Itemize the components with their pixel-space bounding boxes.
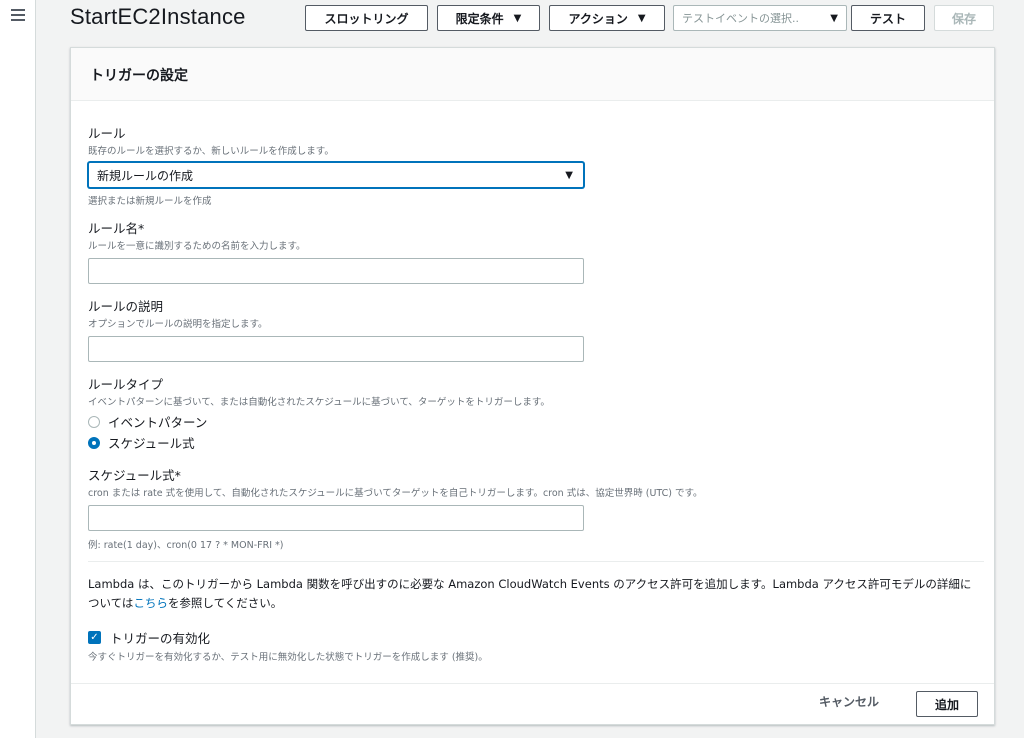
rule-name-input[interactable]: [88, 258, 584, 284]
caret-down-icon: ▼: [513, 12, 522, 24]
rule-description-label: ルールの説明: [88, 299, 164, 314]
qualifiers-button-label: 限定条件: [455, 11, 504, 26]
save-button[interactable]: 保存: [934, 5, 994, 31]
rule-select-value: 新規ルールの作成: [97, 168, 194, 183]
actions-button[interactable]: アクション ▼: [549, 5, 665, 31]
actions-button-label: アクション: [568, 11, 628, 26]
rule-name-field: ルール名* ルールを一意に識別するための名前を入力します。: [88, 218, 584, 284]
rule-name-label: ルール名*: [88, 221, 145, 236]
radio-event-pattern[interactable]: イベントパターン: [88, 411, 550, 432]
rule-description-hint: オプションでルールの説明を指定します。: [88, 319, 268, 330]
test-event-placeholder: テストイベントの選択..: [682, 12, 799, 25]
rule-type-description: イベントパターンに基づいて、または自動化されたスケジュールに基づいて、ターゲット…: [88, 397, 550, 408]
caret-down-icon: ▼: [565, 169, 573, 181]
qualifiers-button[interactable]: 限定条件 ▼: [437, 5, 540, 31]
add-button[interactable]: 追加: [916, 691, 978, 717]
rule-field: ルール 既存のルールを選択するか、新しいルールを作成します。 新規ルールの作成 …: [88, 123, 584, 207]
function-title: StartEC2Instance: [70, 4, 246, 29]
permission-info: Lambda は、このトリガーから Lambda 関数を呼び出すのに必要な Am…: [88, 575, 978, 613]
section-divider: [88, 561, 984, 562]
add-button-label: 追加: [934, 697, 959, 712]
panel-title: トリガーの設定: [71, 48, 994, 101]
enable-trigger-row[interactable]: ✓ トリガーの有効化: [88, 628, 210, 647]
rule-description-field: ルールの説明 オプションでルールの説明を指定します。: [88, 296, 584, 362]
cancel-button[interactable]: キャンセル: [819, 693, 879, 710]
rule-hint: 選択または新規ルールを作成: [88, 196, 212, 207]
rule-type-label: ルールタイプ: [88, 377, 164, 392]
radio-event-pattern-label: イベントパターン: [108, 415, 208, 430]
schedule-field: スケジュール式* cron または rate 式を使用して、自動化されたスケジュ…: [88, 465, 703, 551]
caret-down-icon: ▼: [830, 12, 838, 24]
rule-description: 既存のルールを選択するか、新しいルールを作成します。: [88, 146, 334, 157]
schedule-description: cron または rate 式を使用して、自動化されたスケジュールに基づいてター…: [88, 488, 703, 499]
left-rail: [0, 0, 36, 738]
caret-down-icon: ▼: [637, 12, 646, 24]
test-button-label: テスト: [869, 11, 906, 26]
menu-icon[interactable]: [10, 7, 26, 23]
throttling-button[interactable]: スロットリング: [305, 5, 428, 31]
rule-name-description: ルールを一意に識別するための名前を入力します。: [88, 241, 306, 252]
save-button-label: 保存: [951, 11, 976, 26]
permission-info-tail: を参照してください。: [167, 596, 283, 610]
permission-model-link[interactable]: こちら: [133, 596, 168, 610]
trigger-config-panel: トリガーの設定 ルール 既存のルールを選択するか、新しいルールを作成します。 新…: [70, 47, 995, 725]
enable-trigger-label: トリガーの有効化: [110, 631, 211, 646]
radio-schedule[interactable]: スケジュール式: [88, 432, 550, 453]
throttling-button-label: スロットリング: [324, 11, 409, 26]
panel-footer: キャンセル 追加: [71, 683, 994, 726]
radio-button-off[interactable]: [88, 415, 100, 428]
schedule-label: スケジュール式*: [88, 468, 181, 483]
schedule-example: 例: rate(1 day)、cron(0 17 ? * MON-FRI *): [88, 540, 284, 551]
rule-type-field: ルールタイプ イベントパターンに基づいて、または自動化されたスケジュールに基づい…: [88, 374, 550, 453]
checkbox-checked-icon[interactable]: ✓: [88, 631, 101, 644]
radio-schedule-label: スケジュール式: [108, 436, 195, 451]
radio-button-on[interactable]: [88, 436, 100, 449]
enable-trigger-description: 今すぐトリガーを有効化するか、テスト用に無効化した状態でトリガーを作成します (…: [88, 652, 488, 663]
test-button[interactable]: テスト: [851, 5, 925, 31]
schedule-input[interactable]: [88, 505, 584, 531]
rule-description-input[interactable]: [88, 336, 584, 362]
rule-select[interactable]: 新規ルールの作成 ▼: [88, 162, 584, 188]
rule-label: ルール: [88, 126, 126, 141]
test-event-select[interactable]: テストイベントの選択.. ▼: [673, 5, 847, 31]
